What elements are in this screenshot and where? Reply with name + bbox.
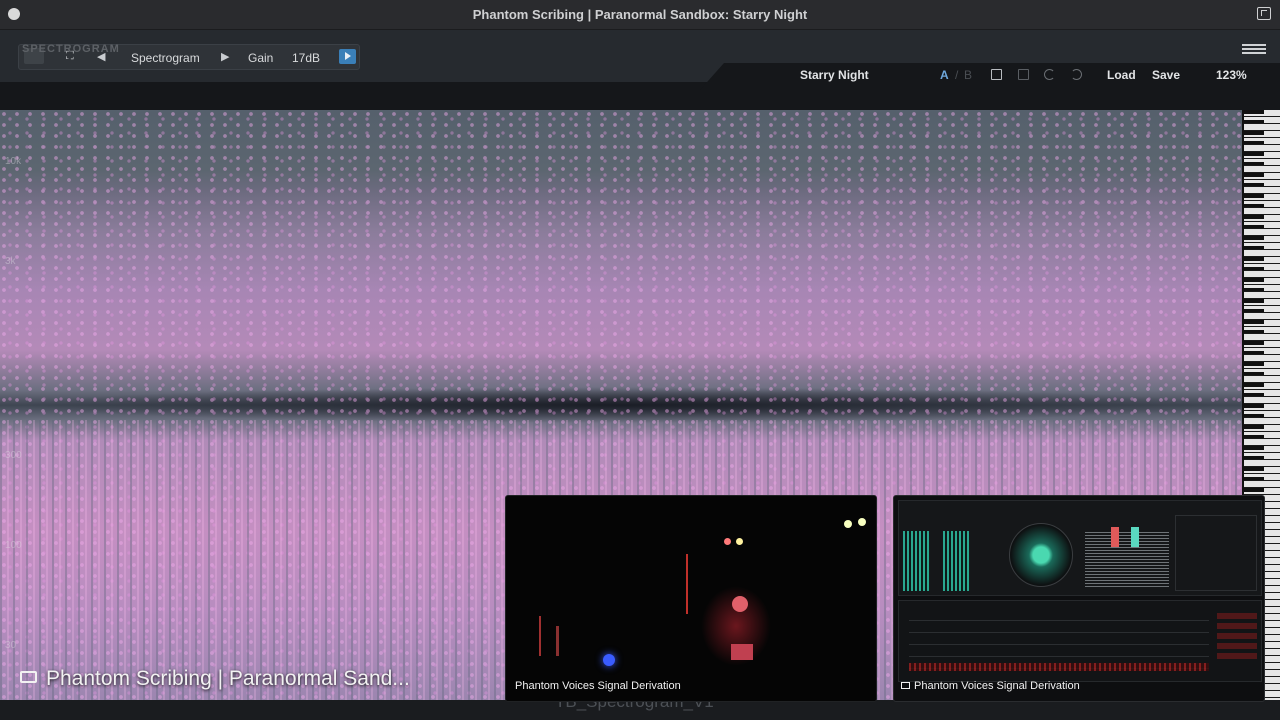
- loudness-trace: [909, 663, 1209, 671]
- ab-compare-a[interactable]: A: [940, 68, 949, 82]
- plugin-header: [0, 30, 1280, 110]
- window-title: Phantom Scribing | Paranormal Sandbox: S…: [472, 7, 808, 22]
- view-mode-label[interactable]: Spectrogram: [131, 51, 200, 65]
- next-view-button[interactable]: ▶: [221, 50, 229, 63]
- gain-value[interactable]: 17dB: [292, 51, 320, 65]
- crop-icon[interactable]: ⛶: [66, 50, 74, 63]
- load-button[interactable]: Load: [1107, 68, 1136, 82]
- freq-label: 30: [5, 640, 17, 651]
- paste-icon[interactable]: [1018, 69, 1029, 80]
- indicator-light: [844, 520, 852, 528]
- ab-compare-b[interactable]: B: [964, 68, 972, 82]
- peak-marker: [1131, 527, 1139, 547]
- redo-icon[interactable]: [1071, 69, 1082, 80]
- title-bar: Phantom Scribing | Paranormal Sandbox: S…: [0, 0, 1280, 30]
- play-button[interactable]: [339, 49, 356, 64]
- prev-view-button[interactable]: ◀: [97, 50, 105, 63]
- equipment-rod: [686, 554, 688, 614]
- level-meter: [943, 531, 969, 591]
- camera-tile[interactable]: Phantom Voices Signal Derivation: [505, 495, 877, 702]
- freq-label: 100: [5, 540, 22, 551]
- metering-tile[interactable]: Phantom Voices Signal Derivation: [893, 495, 1265, 702]
- phase-scope: [1009, 523, 1073, 587]
- ab-separator: /: [955, 68, 959, 82]
- vectorscope: [1175, 515, 1257, 591]
- equipment-rod: [556, 626, 559, 656]
- equipment-rod: [539, 616, 541, 656]
- indicator-light: [603, 654, 615, 666]
- correlation-meter: [1085, 531, 1169, 587]
- freq-label: 3k: [5, 256, 16, 267]
- stream-title-text: Phantom Scribing | Paranormal Sand...: [46, 667, 410, 690]
- screen-share-icon: [20, 671, 37, 683]
- save-button[interactable]: Save: [1152, 68, 1180, 82]
- level-meter: [903, 531, 929, 591]
- undo-icon[interactable]: [1044, 69, 1055, 80]
- meter-caption: Phantom Voices Signal Derivation: [914, 680, 1080, 692]
- indicator-light: [732, 596, 748, 612]
- stream-title-overlay: Phantom Scribing | Paranormal Sand...: [20, 667, 410, 691]
- fullscreen-icon[interactable]: [1257, 7, 1271, 20]
- preset-name[interactable]: Starry Night: [800, 68, 869, 82]
- camera-caption: Phantom Voices Signal Derivation: [515, 680, 681, 692]
- screen-share-icon: [901, 682, 910, 689]
- equipment-panel: [731, 644, 753, 660]
- freq-label: 10k: [5, 156, 22, 167]
- meter-panel-top: [898, 500, 1262, 596]
- zoom-level[interactable]: 123%: [1216, 68, 1247, 82]
- history-graph: [909, 609, 1209, 669]
- meter-panel-bottom: [898, 600, 1262, 682]
- button-stack: [1217, 609, 1257, 659]
- gain-label: Gain: [248, 51, 274, 65]
- peak-marker: [1111, 527, 1119, 547]
- copy-icon[interactable]: [991, 69, 1002, 80]
- indicator-light: [724, 538, 731, 545]
- indicator-light: [736, 538, 743, 545]
- freq-label: 300: [5, 450, 22, 461]
- indicator-light: [858, 518, 866, 526]
- menu-icon[interactable]: [1242, 44, 1266, 54]
